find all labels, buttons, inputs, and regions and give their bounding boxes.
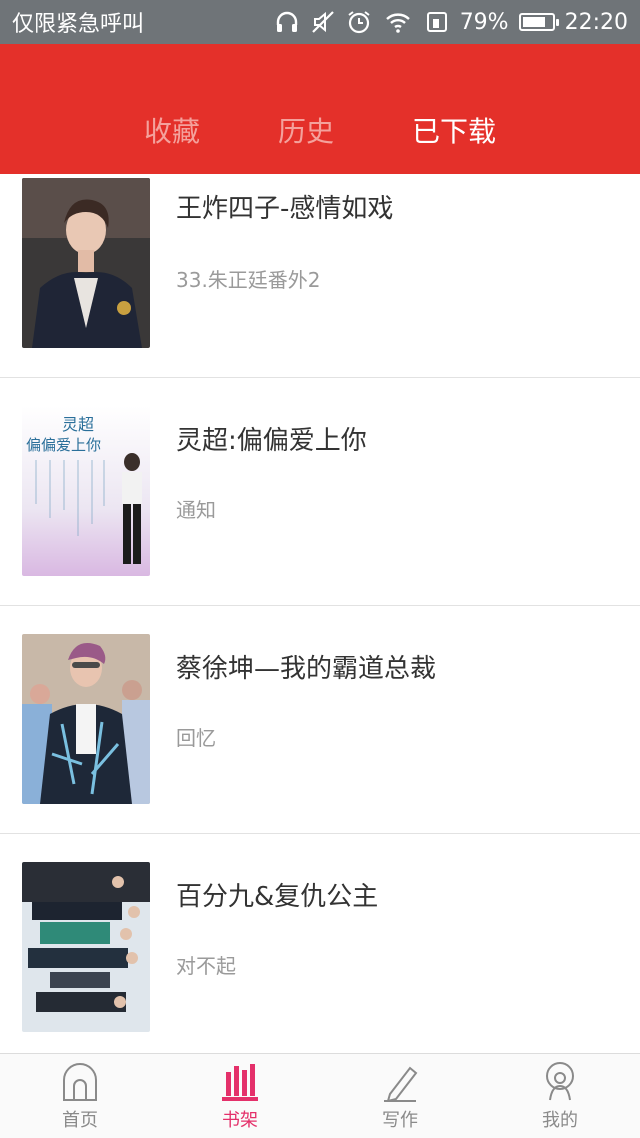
book-title: 蔡徐坤—我的霸道总裁	[176, 654, 437, 684]
sim-icon	[426, 12, 447, 32]
book-subtitle: 对不起	[176, 954, 236, 978]
book-subtitle: 33.朱正廷番外2	[176, 268, 321, 292]
book-cover	[22, 178, 150, 348]
headphones-icon	[276, 11, 297, 32]
bottom-nav: 首页 书架 写作 我的	[0, 1053, 640, 1138]
user-icon	[546, 1062, 574, 1101]
nav-bookshelf[interactable]: 书架	[160, 1054, 320, 1138]
tab-downloaded[interactable]: 已下载	[412, 110, 496, 150]
wifi-icon	[385, 13, 410, 33]
status-icons: 79% 22:20	[274, 9, 628, 35]
mute-icon	[311, 11, 334, 33]
status-bar: 仅限紧急呼叫 79% 22:20	[0, 0, 640, 44]
book-cover: 灵超 偏偏爱上你	[22, 406, 150, 576]
book-row[interactable]: 王炸四子-感情如戏 33.朱正廷番外2	[0, 174, 640, 378]
book-cover	[22, 862, 150, 1032]
clock: 22:20	[564, 9, 628, 35]
nav-mine[interactable]: 我的	[480, 1054, 640, 1138]
book-title: 灵超:偏偏爱上你	[176, 426, 367, 456]
header: 收藏 历史 已下载	[0, 44, 640, 174]
cover-title-1: 灵超	[62, 415, 94, 434]
nav-write-label: 写作	[382, 1110, 418, 1131]
battery-percent: 79%	[459, 9, 509, 35]
book-cover	[22, 634, 150, 804]
book-title: 王炸四子-感情如戏	[176, 194, 394, 224]
cover-title-2: 偏偏爱上你	[26, 436, 101, 454]
battery-icon	[518, 13, 559, 31]
tab-favorites[interactable]: 收藏	[144, 110, 200, 150]
tab-history[interactable]: 历史	[278, 110, 334, 150]
nav-mine-label: 我的	[542, 1110, 578, 1131]
carrier-text: 仅限紧急呼叫	[12, 12, 145, 37]
book-row[interactable]: 灵超 偏偏爱上你 灵超:偏偏爱上你 通知	[0, 378, 640, 606]
pencil-icon	[384, 1066, 418, 1102]
bookshelf-icon	[222, 1064, 258, 1101]
book-list: 王炸四子-感情如戏 33.朱正廷番外2 灵超 偏偏爱上你 灵超:偏偏爱上你 通知…	[0, 174, 640, 1062]
book-title: 百分九&复仇公主	[176, 882, 379, 912]
nav-home[interactable]: 首页	[0, 1054, 160, 1138]
book-subtitle: 通知	[176, 498, 216, 522]
battery-fill	[522, 17, 545, 27]
nav-write[interactable]: 写作	[320, 1054, 480, 1138]
nav-bookshelf-label: 书架	[222, 1110, 258, 1131]
book-subtitle: 回忆	[176, 726, 216, 750]
tab-bar: 收藏 历史 已下载	[0, 110, 640, 150]
book-row[interactable]: 百分九&复仇公主 对不起	[0, 834, 640, 1062]
book-row[interactable]: 蔡徐坤—我的霸道总裁 回忆	[0, 606, 640, 834]
alarm-icon	[348, 11, 370, 34]
nav-home-label: 首页	[62, 1110, 98, 1131]
home-arch-icon	[63, 1063, 97, 1101]
